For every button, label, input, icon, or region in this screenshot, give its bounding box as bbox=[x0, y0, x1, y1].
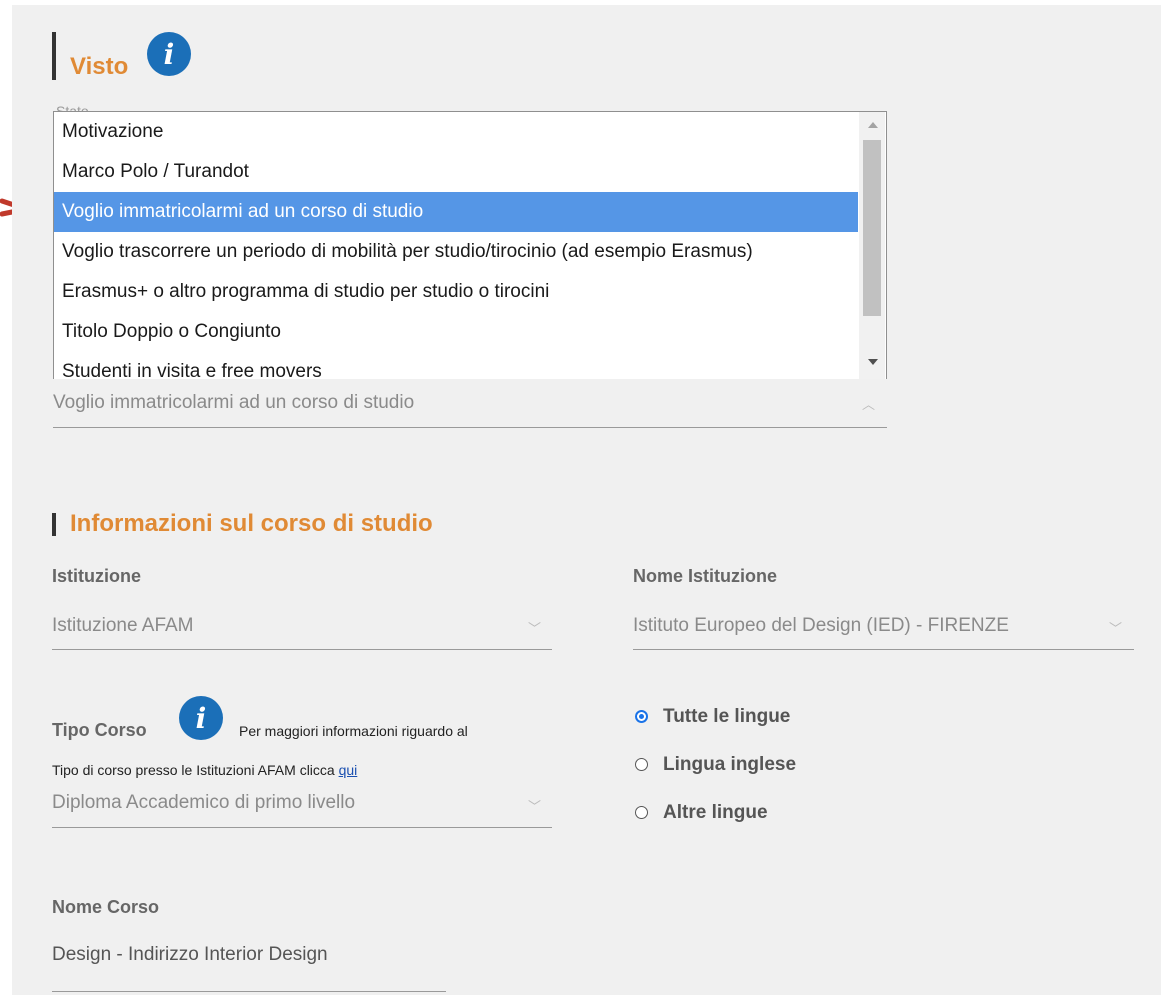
dropdown-option[interactable]: Titolo Doppio o Congiunto bbox=[54, 312, 858, 352]
visto-select-value[interactable]: Voglio immatricolarmi ad un corso di stu… bbox=[53, 392, 414, 414]
help-link-qui[interactable]: qui bbox=[339, 762, 358, 778]
scrollbar-thumb[interactable] bbox=[863, 140, 881, 316]
nome-istituzione-select[interactable]: Istituto Europeo del Design (IED) - FIRE… bbox=[633, 615, 1009, 637]
tipo-corso-select[interactable]: Diploma Accademico di primo livello bbox=[52, 792, 355, 814]
info-icon[interactable]: i bbox=[147, 32, 191, 76]
dropdown-option[interactable]: Erasmus+ o altro programma di studio per… bbox=[54, 272, 858, 312]
radio-label[interactable]: Tutte le lingue bbox=[663, 706, 790, 728]
course-info-title: Informazioni sul corso di studio bbox=[70, 510, 433, 537]
radio-altre-lingue[interactable] bbox=[635, 806, 648, 819]
nome-istituzione-label: Nome Istituzione bbox=[633, 566, 778, 586]
radio-lingua-inglese[interactable] bbox=[635, 758, 648, 771]
tipo-corso-help-line1: Per maggiori informazioni riguardo al bbox=[239, 723, 468, 739]
tipo-corso-underline bbox=[52, 827, 552, 828]
dropdown-scrollbar[interactable] bbox=[859, 112, 885, 379]
dropdown-option[interactable]: Studenti in visita e free movers bbox=[54, 352, 858, 379]
nome-corso-label: Nome Corso bbox=[52, 897, 160, 917]
radio-label[interactable]: Lingua inglese bbox=[663, 754, 796, 776]
dropdown-option[interactable]: Voglio trascorrere un periodo di mobilit… bbox=[54, 232, 858, 272]
nome-corso-underline bbox=[52, 991, 446, 992]
section-bar bbox=[52, 32, 56, 80]
istituzione-select[interactable]: Istituzione AFAM bbox=[52, 615, 194, 637]
chevron-down-icon[interactable]: ﹀ bbox=[528, 796, 541, 815]
istituzione-label: Istituzione bbox=[52, 566, 141, 586]
radio-label[interactable]: Altre lingue bbox=[663, 802, 768, 824]
nome-corso-input[interactable]: Design - Indirizzo Interior Design bbox=[52, 944, 328, 966]
section-bar bbox=[52, 513, 56, 536]
istituzione-underline bbox=[52, 649, 552, 650]
nome-istituzione-underline bbox=[633, 649, 1134, 650]
chevron-down-icon[interactable]: ﹀ bbox=[1109, 618, 1122, 637]
info-icon[interactable]: i bbox=[179, 696, 223, 740]
dropdown-option-selected[interactable]: Voglio immatricolarmi ad un corso di stu… bbox=[54, 192, 858, 232]
scroll-up-icon[interactable] bbox=[868, 122, 878, 128]
visto-dropdown-list[interactable]: Motivazione Marco Polo / Turandot Voglio… bbox=[53, 111, 887, 379]
dropdown-option[interactable]: Motivazione bbox=[54, 112, 858, 152]
visto-title: Visto bbox=[70, 53, 129, 80]
tipo-corso-label: Tipo Corso bbox=[52, 720, 147, 740]
dropdown-option[interactable]: Marco Polo / Turandot bbox=[54, 152, 858, 192]
radio-tutte-le-lingue[interactable] bbox=[635, 710, 648, 723]
visto-select-underline bbox=[53, 427, 887, 428]
scroll-down-icon[interactable] bbox=[868, 359, 878, 365]
tipo-corso-help-line2: Tipo di corso presso le Istituzioni AFAM… bbox=[52, 762, 358, 778]
chevron-up-icon[interactable]: ︿ bbox=[862, 394, 875, 413]
chevron-down-icon[interactable]: ﹀ bbox=[528, 618, 541, 637]
